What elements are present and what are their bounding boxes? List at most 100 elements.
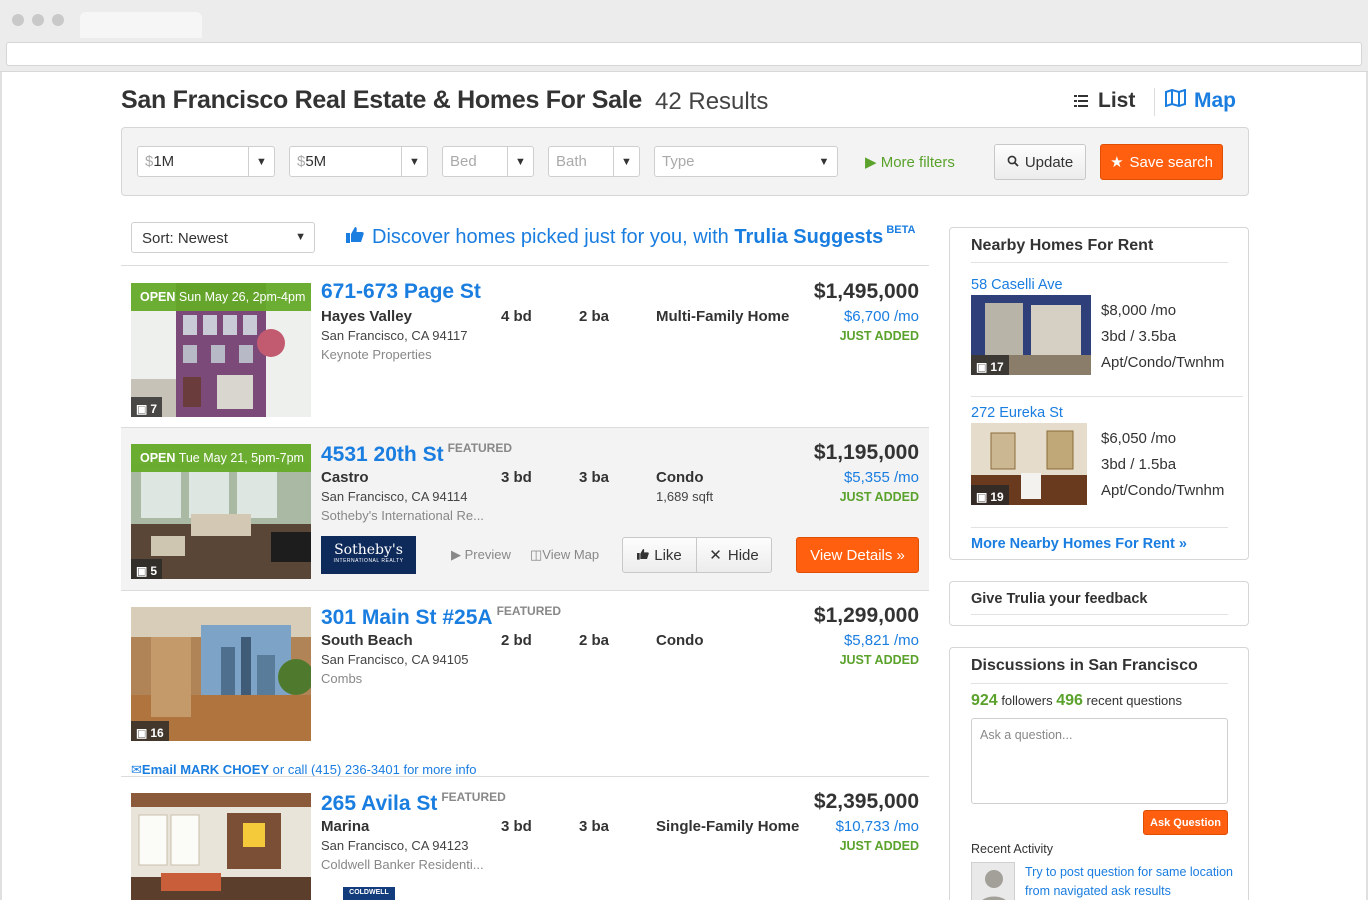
like-button[interactable]: Like <box>623 538 697 572</box>
bath-select[interactable]: Bath ▼ <box>548 146 640 177</box>
listing-broker: Keynote Properties <box>321 347 432 362</box>
rental-price: $8,000 /mo <box>1101 302 1177 319</box>
photo-count-badge: ▣ 5 <box>131 559 163 579</box>
rental-info: $8,000 /mo 3bd / 3.5ba Apt/Condo/Twnhm <box>1101 298 1224 376</box>
listing-type: Condo <box>656 632 704 649</box>
questions-count: 496 <box>1056 692 1083 709</box>
rental-photo[interactable]: ▣ 19 <box>971 423 1087 505</box>
map-icon: ◫ <box>530 547 543 562</box>
listing-address[interactable]: 4531 20th St FEATURED <box>321 441 512 467</box>
update-button[interactable]: Update <box>994 144 1086 180</box>
list-view-label: List <box>1098 89 1136 112</box>
just-added-badge: JUST ADDED <box>839 653 919 667</box>
feedback-card[interactable]: Give Trulia your feedback <box>949 581 1249 626</box>
rental-photo[interactable]: ▣ 17 <box>971 295 1091 375</box>
listing-baths: 3 ba <box>579 818 610 835</box>
open-house-badge: OPEN Tue May 21, 5pm-7pm <box>131 444 311 472</box>
listing-address[interactable]: 301 Main St #25A FEATURED <box>321 604 561 630</box>
listing-price: $1,195,000 <box>813 441 919 464</box>
suggest-brand: Trulia Suggests <box>734 226 884 248</box>
just-added-badge: JUST ADDED <box>839 329 919 343</box>
suggest-text: Discover homes picked just for you, with <box>372 226 735 248</box>
ask-question-input[interactable]: Ask a question... <box>971 718 1228 804</box>
listing-city: San Francisco, CA 94114 <box>321 489 468 504</box>
search-icon <box>1007 154 1019 171</box>
broker-logo: COLDWELL <box>343 887 395 900</box>
save-search-button[interactable]: ★ Save search <box>1100 144 1223 180</box>
trulia-suggests-banner[interactable]: Discover homes picked just for you, with… <box>346 224 915 249</box>
window-minimize-dot[interactable] <box>32 14 44 26</box>
photo-count-badge: ▣ 19 <box>971 485 1009 505</box>
list-view-toggle[interactable]: List <box>1074 89 1135 113</box>
listing-rent-estimate[interactable]: $10,733 /mo <box>836 818 919 835</box>
hide-button[interactable]: ✕ Hide <box>697 538 771 572</box>
like-hide-group: Like ✕ Hide <box>622 537 772 573</box>
feedback-link[interactable]: Give Trulia your feedback <box>971 591 1148 607</box>
photo-count-badge: ▣ 16 <box>131 721 169 741</box>
window-close-dot[interactable] <box>12 14 24 26</box>
divider <box>971 683 1228 684</box>
camera-icon: ▣ <box>976 489 988 504</box>
chevron-down-icon: ▼ <box>295 231 306 243</box>
beta-badge: BETA <box>886 224 916 236</box>
camera-icon: ▣ <box>136 563 148 578</box>
recent-activity-label: Recent Activity <box>971 842 1053 856</box>
price-max-select[interactable]: $5M ▼ <box>289 146 428 177</box>
rental-address[interactable]: 272 Eureka St <box>971 405 1063 421</box>
open-house-badge: OPEN Sun May 26, 2pm-4pm <box>131 283 311 311</box>
listing-beds: 2 bd <box>501 632 532 649</box>
listing-baths: 2 ba <box>579 632 610 649</box>
just-added-badge: JUST ADDED <box>839 839 919 853</box>
more-nearby-rentals-link[interactable]: More Nearby Homes For Rent » <box>971 536 1187 552</box>
listing-card[interactable]: ▣ 16 301 Main St #25A FEATURED South Beach… <box>121 590 929 777</box>
price-min-value: 1M <box>153 153 175 170</box>
window-zoom-dot[interactable] <box>52 14 64 26</box>
browser-tab[interactable] <box>80 12 202 38</box>
listing-rent-estimate[interactable]: $5,821 /mo <box>844 632 919 649</box>
sort-select[interactable]: Sort: Newest ▼ <box>131 222 315 253</box>
listing-photo[interactable]: OPEN Sun May 26, 2pm-4pm ▣ 7 <box>131 283 311 417</box>
featured-badge: FEATURED <box>441 790 506 804</box>
type-select[interactable]: Type ▼ <box>654 146 838 177</box>
rental-beds-baths: 3bd / 3.5ba <box>1101 328 1177 345</box>
map-view-toggle[interactable]: Map <box>1165 88 1236 113</box>
followers-count: 924 <box>971 692 998 709</box>
listing-photo[interactable]: ▣ 16 <box>131 607 311 741</box>
listing-photo[interactable]: OPEN Tue May 21, 5pm-7pm ▣ 5 <box>131 444 311 579</box>
listing-photo[interactable] <box>131 793 311 900</box>
listing-type: Single-Family Home <box>656 818 800 835</box>
rental-beds-baths: 3bd / 1.5ba <box>1101 456 1177 473</box>
view-map-link[interactable]: ◫View Map <box>530 547 599 563</box>
divider <box>971 527 1228 528</box>
listing-address[interactable]: 265 Avila St FEATURED <box>321 790 506 816</box>
broker-logo: Sotheby's INTERNATIONAL REALTY <box>321 536 416 574</box>
play-icon: ▶ <box>865 154 877 171</box>
address-bar[interactable] <box>6 42 1362 66</box>
rental-type: Apt/Condo/Twnhm <box>1101 354 1225 371</box>
listing-rent-estimate[interactable]: $5,355 /mo <box>844 469 919 486</box>
more-filters-link[interactable]: ▶ More filters <box>865 153 955 171</box>
listing-rent-estimate[interactable]: $6,700 /mo <box>844 308 919 325</box>
listing-city: San Francisco, CA 94105 <box>321 652 469 667</box>
update-label: Update <box>1024 153 1074 171</box>
featured-badge: FEATURED <box>447 441 513 455</box>
preview-link[interactable]: ▶ Preview <box>451 547 511 563</box>
bath-placeholder: Bath <box>556 153 587 170</box>
listing-address[interactable]: 671-673 Page St <box>321 280 481 304</box>
bed-select[interactable]: Bed ▼ <box>442 146 534 177</box>
recent-activity-link[interactable]: Try to post question for same location f… <box>1025 863 1235 900</box>
listing-card[interactable]: OPEN Tue May 21, 5pm-7pm ▣ 5 4531 20th St… <box>121 427 929 590</box>
listing-beds: 3 bd <box>501 818 532 835</box>
listing-card[interactable]: 265 Avila St FEATURED Marina San Francisc… <box>121 776 929 900</box>
listing-neighborhood: Castro <box>321 469 369 486</box>
listing-card[interactable]: OPEN Sun May 26, 2pm-4pm ▣ 7 671-673 Page… <box>121 265 929 427</box>
ask-question-button[interactable]: Ask Question <box>1143 810 1228 835</box>
thumbs-up-icon <box>346 226 364 249</box>
view-details-button[interactable]: View Details » <box>796 537 919 573</box>
price-min-select[interactable]: $1M ▼ <box>137 146 275 177</box>
listing-type: Condo <box>656 469 704 486</box>
price-max-value: 5M <box>305 153 327 170</box>
more-filters-label: More filters <box>880 154 955 171</box>
listing-price: $1,299,000 <box>813 604 919 627</box>
rental-address[interactable]: 58 Caselli Ave <box>971 277 1063 293</box>
